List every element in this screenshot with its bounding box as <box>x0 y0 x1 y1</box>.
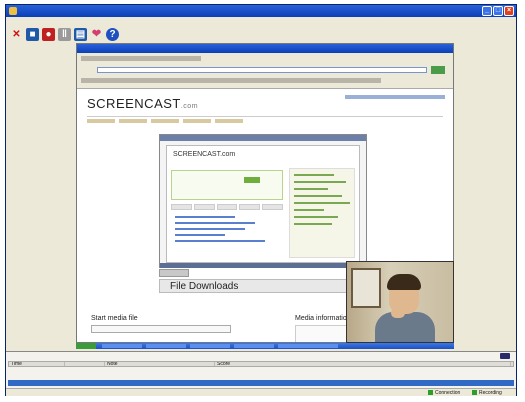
nav-item[interactable] <box>151 118 179 123</box>
taskbar-item[interactable] <box>278 344 338 348</box>
pause-icon[interactable]: ‖ <box>58 27 71 41</box>
connection-label: Connection <box>435 390 461 396</box>
close-button[interactable]: × <box>504 6 514 16</box>
log-note <box>104 380 214 386</box>
column-note[interactable]: Note <box>105 362 215 366</box>
player-controls[interactable] <box>159 269 189 277</box>
logo-suffix: .com <box>180 103 199 110</box>
help-icon[interactable]: ? <box>106 27 119 41</box>
inner-link[interactable] <box>175 228 245 230</box>
taskbar-item[interactable] <box>102 344 142 348</box>
inner-taskbar <box>160 263 366 268</box>
inner-link[interactable] <box>175 222 255 224</box>
nav-item[interactable] <box>87 118 115 123</box>
logo-text: SCREENCAST <box>87 96 181 111</box>
log-type <box>64 380 104 386</box>
start-media-label: Start media file <box>91 315 138 322</box>
recording-led-icon <box>472 390 477 396</box>
inner-tab[interactable] <box>239 204 261 210</box>
connection-led-icon <box>428 390 433 396</box>
inner-login-box <box>171 170 283 200</box>
status-recording: Recording <box>472 390 502 396</box>
close-x-icon[interactable]: ✕ <box>10 28 23 41</box>
top-links[interactable] <box>345 95 445 99</box>
screencast-logo: SCREENCAST.com <box>87 96 198 111</box>
remote-start-button[interactable] <box>76 343 96 349</box>
address-bar[interactable] <box>97 67 427 73</box>
start-media-field[interactable] <box>91 325 231 333</box>
go-button[interactable] <box>431 66 445 74</box>
participant-hand <box>391 308 405 318</box>
inner-go-button[interactable] <box>244 177 260 183</box>
participant-body <box>375 312 435 342</box>
marker-icon[interactable]: ▤ <box>74 27 87 41</box>
maximize-button[interactable]: □ <box>493 6 503 16</box>
record-icon[interactable]: ● <box>42 27 55 41</box>
screen: _ □ × ✕ ■ ● ‖ ▤ ❤ ? SCREENCAST.com SCREE… <box>0 0 525 402</box>
remote-taskbar <box>76 343 454 349</box>
window-titlebar[interactable]: _ □ × <box>6 5 516 17</box>
logger-columns: Time Note Score <box>8 361 514 367</box>
column-time[interactable]: Time <box>9 362 65 366</box>
inner-sidebar <box>289 168 355 258</box>
column-score[interactable]: Score <box>215 362 511 366</box>
log-row-selected[interactable] <box>8 380 514 386</box>
browser-menu-line <box>81 56 201 61</box>
favorite-icon[interactable]: ❤ <box>90 28 103 41</box>
inner-tab[interactable] <box>262 204 283 210</box>
webcam-window-frame <box>351 268 381 308</box>
inner-tab[interactable] <box>193 204 215 210</box>
inner-page: SCREENCAST.com <box>166 145 360 263</box>
app-icon <box>9 7 17 15</box>
file-downloads-header[interactable]: File Downloads <box>159 279 349 293</box>
inner-tab[interactable] <box>216 204 238 210</box>
site-navigation <box>87 116 443 124</box>
taskbar-item[interactable] <box>146 344 186 348</box>
inner-tab[interactable] <box>171 204 192 210</box>
observer-window: _ □ × ✕ ■ ● ‖ ▤ ❤ ? SCREENCAST.com SCREE… <box>5 4 517 396</box>
nav-item[interactable] <box>215 118 243 123</box>
status-connection: Connection <box>428 390 460 396</box>
taskbar-item[interactable] <box>190 344 230 348</box>
status-bar: Connection Recording <box>6 388 516 396</box>
keyboard-icon[interactable] <box>500 353 510 359</box>
webcam-video <box>346 261 454 343</box>
inner-logo: SCREENCAST.com <box>173 151 236 158</box>
menu-bar <box>6 17 516 26</box>
inner-link[interactable] <box>175 216 235 218</box>
browser-toolbar <box>77 53 453 89</box>
inner-link[interactable] <box>175 240 265 242</box>
embedded-screenshot: SCREENCAST.com <box>159 134 367 268</box>
inner-tabs <box>171 204 283 210</box>
nav-item[interactable] <box>119 118 147 123</box>
inner-link-list <box>175 216 275 246</box>
browser-titlebar <box>77 44 453 53</box>
toolbar: ✕ ■ ● ‖ ▤ ❤ ? <box>6 26 516 42</box>
log-time <box>8 380 64 386</box>
browser-links-line <box>81 78 381 83</box>
taskbar-item[interactable] <box>234 344 274 348</box>
stop-icon[interactable]: ■ <box>26 27 39 41</box>
media-info-label: Media information <box>295 315 351 322</box>
window-controls: _ □ × <box>482 6 514 16</box>
inner-titlebar <box>160 135 366 141</box>
inner-link[interactable] <box>175 234 225 236</box>
minimize-button[interactable]: _ <box>482 6 492 16</box>
recording-label: Recording <box>479 390 502 396</box>
column-marker-type[interactable] <box>65 362 105 366</box>
participant-hair <box>387 274 421 290</box>
nav-item[interactable] <box>183 118 211 123</box>
